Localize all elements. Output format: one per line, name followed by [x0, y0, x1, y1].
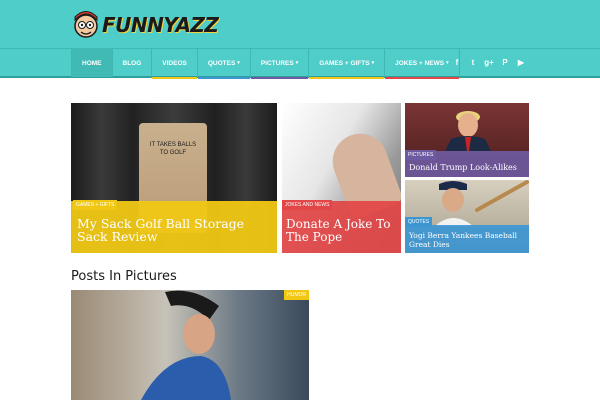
nav-item-label: GAMES + GIFTS — [319, 59, 370, 67]
tile-title[interactable]: My Sack Golf Ball Storage Sack Review — [77, 217, 273, 243]
nav-item-label: HOME — [82, 59, 102, 67]
nav-item-label: PICTURES — [260, 59, 294, 67]
tile-title[interactable]: Donald Trump Look-Alikes — [409, 163, 529, 172]
nav-underline — [197, 77, 250, 79]
nav-underline — [309, 77, 385, 79]
chevron-down-icon: ▾ — [237, 60, 240, 66]
featured-tile-golf-sack[interactable]: IT TAKES BALLS TO GOLF GAMES + GIFTS My … — [71, 103, 277, 253]
category-badge[interactable]: GAMES + GIFTS — [73, 200, 118, 210]
twitter-icon[interactable]: t — [468, 57, 478, 67]
nav-item-jokes-news[interactable]: JOKES + NEWS ▾ — [384, 49, 460, 79]
category-badge[interactable]: QUOTES — [405, 217, 433, 227]
featured-tile-trump[interactable]: PICTURES Donald Trump Look-Alikes — [405, 103, 529, 177]
site-header: FUNNYAZZ — [0, 0, 600, 48]
pinterest-icon[interactable]: P — [500, 57, 510, 67]
chevron-down-icon: ▾ — [371, 60, 375, 66]
nav-item-label: QUOTES — [207, 59, 236, 67]
post-tile-mohawk[interactable]: Humor — [71, 290, 309, 400]
sack-image-text: IT TAKES BALLS TO GOLF — [149, 142, 197, 156]
nav-item-videos[interactable]: VIDEOS — [151, 49, 197, 79]
tile-title[interactable]: Donate A Joke To The Pope — [286, 218, 398, 244]
nav-item-quotes[interactable]: QUOTES ▾ — [196, 49, 250, 79]
main-nav: HOME BLOG VIDEOS QUOTES ▾ PICTURES ▾ GAMES + GI… — [0, 48, 600, 79]
tile-title[interactable]: Yogi Berra Yankees Baseball Great Dies — [409, 231, 527, 249]
player-image — [435, 180, 529, 226]
mascot-icon — [74, 11, 98, 38]
nav-item-label: BLOG — [122, 59, 142, 67]
portrait-image — [445, 111, 491, 151]
chevron-down-icon: ▾ — [446, 60, 449, 66]
nav-underline — [152, 77, 197, 79]
category-badge[interactable]: PICTURES — [405, 150, 437, 160]
logo-text: FUNNYAZZ — [102, 13, 219, 37]
featured-tile-pope[interactable]: JOKES AND NEWS Donate A Joke To The Pope — [282, 103, 401, 253]
nav-underline — [250, 77, 309, 79]
category-badge[interactable]: JOKES AND NEWS — [282, 200, 333, 210]
mohawk-man-image — [141, 290, 231, 400]
chevron-down-icon: ▾ — [295, 60, 299, 66]
nav-item-blog[interactable]: BLOG — [111, 49, 152, 77]
nav-underline — [385, 77, 459, 79]
facebook-icon[interactable]: f — [452, 57, 462, 67]
youtube-icon[interactable]: ▶ — [516, 57, 526, 67]
nav-item-home[interactable]: HOME — [71, 49, 112, 77]
featured-tile-yogi-berra[interactable]: QUOTES Yogi Berra Yankees Baseball Great… — [405, 180, 529, 253]
nav-item-label: VIDEOS — [162, 59, 187, 67]
nav-item-games-gifts[interactable]: GAMES + GIFTS ▾ — [308, 49, 385, 79]
nav-item-pictures[interactable]: PICTURES ▾ — [249, 49, 309, 79]
section-title: Posts In Pictures — [71, 269, 177, 284]
site-logo[interactable]: FUNNYAZZ — [72, 6, 219, 44]
google-plus-icon[interactable]: g+ — [484, 57, 494, 67]
nav-item-label: JOKES + NEWS — [395, 59, 445, 67]
category-badge[interactable]: Humor — [284, 290, 309, 300]
